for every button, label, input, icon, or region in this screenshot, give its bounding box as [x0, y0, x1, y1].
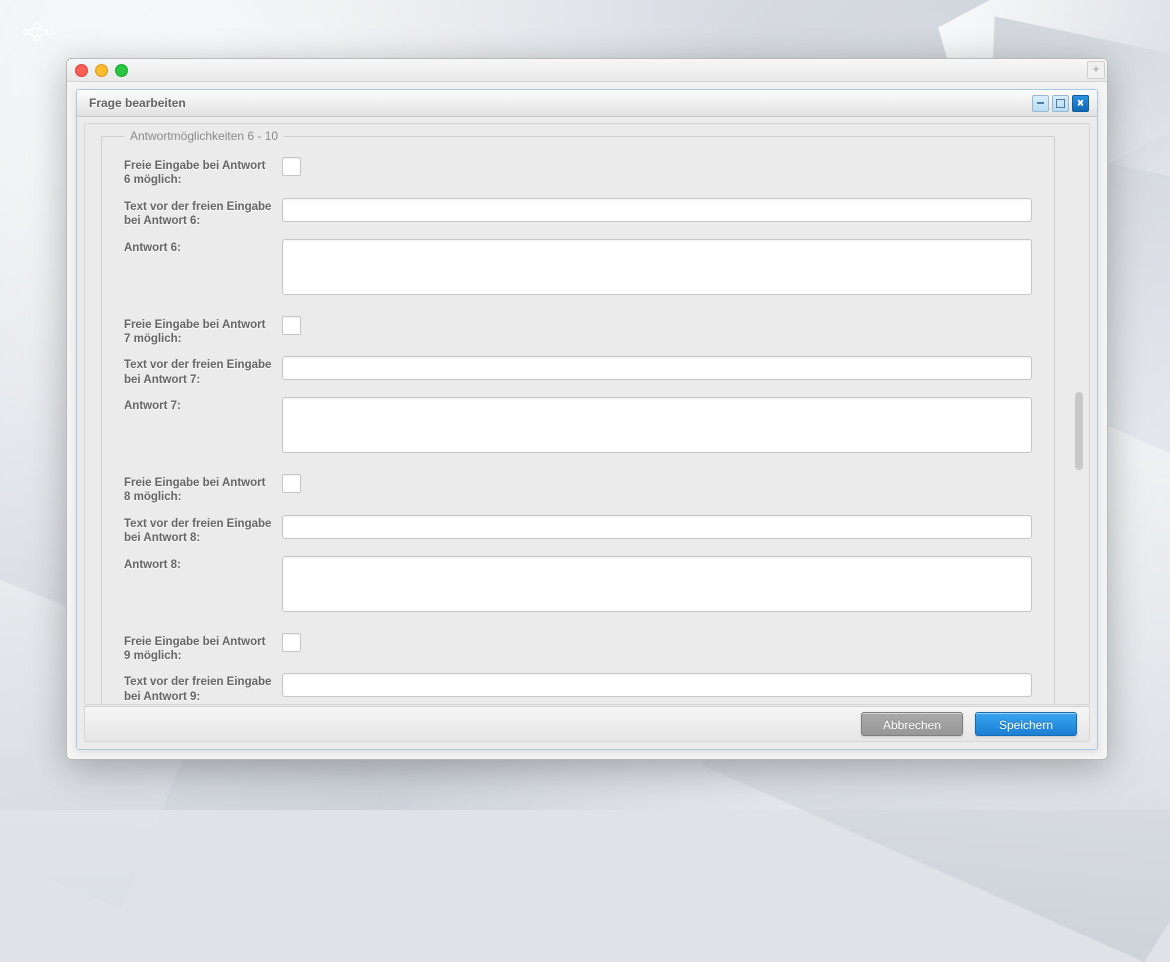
fieldset-legend: Antwortmöglichkeiten 6 - 10	[124, 129, 284, 143]
window-traffic-lights	[75, 64, 128, 77]
save-button[interactable]: Speichern	[975, 712, 1077, 736]
dialog-footer: Abbrechen Speichern	[84, 706, 1090, 742]
free-entry-9-checkbox[interactable]	[282, 633, 301, 652]
answer-block-8: Freie Eingabe bei Antwort 8 möglich: Tex…	[124, 474, 1032, 615]
new-tab-button[interactable]: +	[1087, 61, 1105, 79]
app-logo-icon	[22, 22, 58, 42]
answer-block-7: Freie Eingabe bei Antwort 7 möglich: Tex…	[124, 316, 1032, 457]
edit-question-dialog: Frage bearbeiten × Antwortmöglichkeiten …	[76, 89, 1098, 750]
answer-8-label: Antwort 8:	[124, 556, 282, 572]
scrollbar-thumb[interactable]	[1075, 392, 1083, 470]
answer-6-label: Antwort 6:	[124, 239, 282, 255]
pretext-6-label: Text vor der freien Eingabe bei Antwort …	[124, 198, 282, 229]
window-close-icon[interactable]	[75, 64, 88, 77]
dialog-body: Antwortmöglichkeiten 6 - 10 Freie Eingab…	[84, 123, 1090, 705]
window-minimize-icon[interactable]	[95, 64, 108, 77]
answer-block-6: Freie Eingabe bei Antwort 6 möglich: Tex…	[124, 157, 1032, 298]
free-entry-6-label: Freie Eingabe bei Antwort 6 möglich:	[124, 157, 282, 188]
window-titlebar[interactable]: +	[67, 59, 1107, 82]
window-zoom-icon[interactable]	[115, 64, 128, 77]
vertical-scrollbar[interactable]	[1075, 134, 1083, 694]
free-entry-8-checkbox[interactable]	[282, 474, 301, 493]
free-entry-8-label: Freie Eingabe bei Antwort 8 möglich:	[124, 474, 282, 505]
dialog-minimize-button[interactable]	[1032, 95, 1049, 112]
pretext-7-label: Text vor der freien Eingabe bei Antwort …	[124, 356, 282, 387]
dialog-maximize-button[interactable]	[1052, 95, 1069, 112]
pretext-7-input[interactable]	[282, 356, 1032, 380]
answer-6-textarea[interactable]	[282, 239, 1032, 295]
pretext-8-label: Text vor der freien Eingabe bei Antwort …	[124, 515, 282, 546]
app-window: + Frage bearbeiten × Antwortmöglichkeite…	[66, 58, 1108, 760]
dialog-title: Frage bearbeiten	[89, 96, 186, 110]
dialog-titlebar[interactable]: Frage bearbeiten ×	[77, 90, 1097, 117]
pretext-9-label: Text vor der freien Eingabe bei Antwort …	[124, 673, 282, 704]
pretext-8-input[interactable]	[282, 515, 1032, 539]
pretext-9-input[interactable]	[282, 673, 1032, 697]
answer-options-fieldset: Antwortmöglichkeiten 6 - 10 Freie Eingab…	[101, 129, 1055, 705]
answer-7-textarea[interactable]	[282, 397, 1032, 453]
answer-7-label: Antwort 7:	[124, 397, 282, 413]
dialog-close-button[interactable]: ×	[1072, 95, 1089, 112]
free-entry-7-label: Freie Eingabe bei Antwort 7 möglich:	[124, 316, 282, 347]
free-entry-7-checkbox[interactable]	[282, 316, 301, 335]
answer-8-textarea[interactable]	[282, 556, 1032, 612]
pretext-6-input[interactable]	[282, 198, 1032, 222]
cancel-button[interactable]: Abbrechen	[861, 712, 963, 736]
free-entry-9-label: Freie Eingabe bei Antwort 9 möglich:	[124, 633, 282, 664]
free-entry-6-checkbox[interactable]	[282, 157, 301, 176]
answer-block-9: Freie Eingabe bei Antwort 9 möglich: Tex…	[124, 633, 1032, 706]
dialog-title-controls: ×	[1032, 95, 1089, 112]
